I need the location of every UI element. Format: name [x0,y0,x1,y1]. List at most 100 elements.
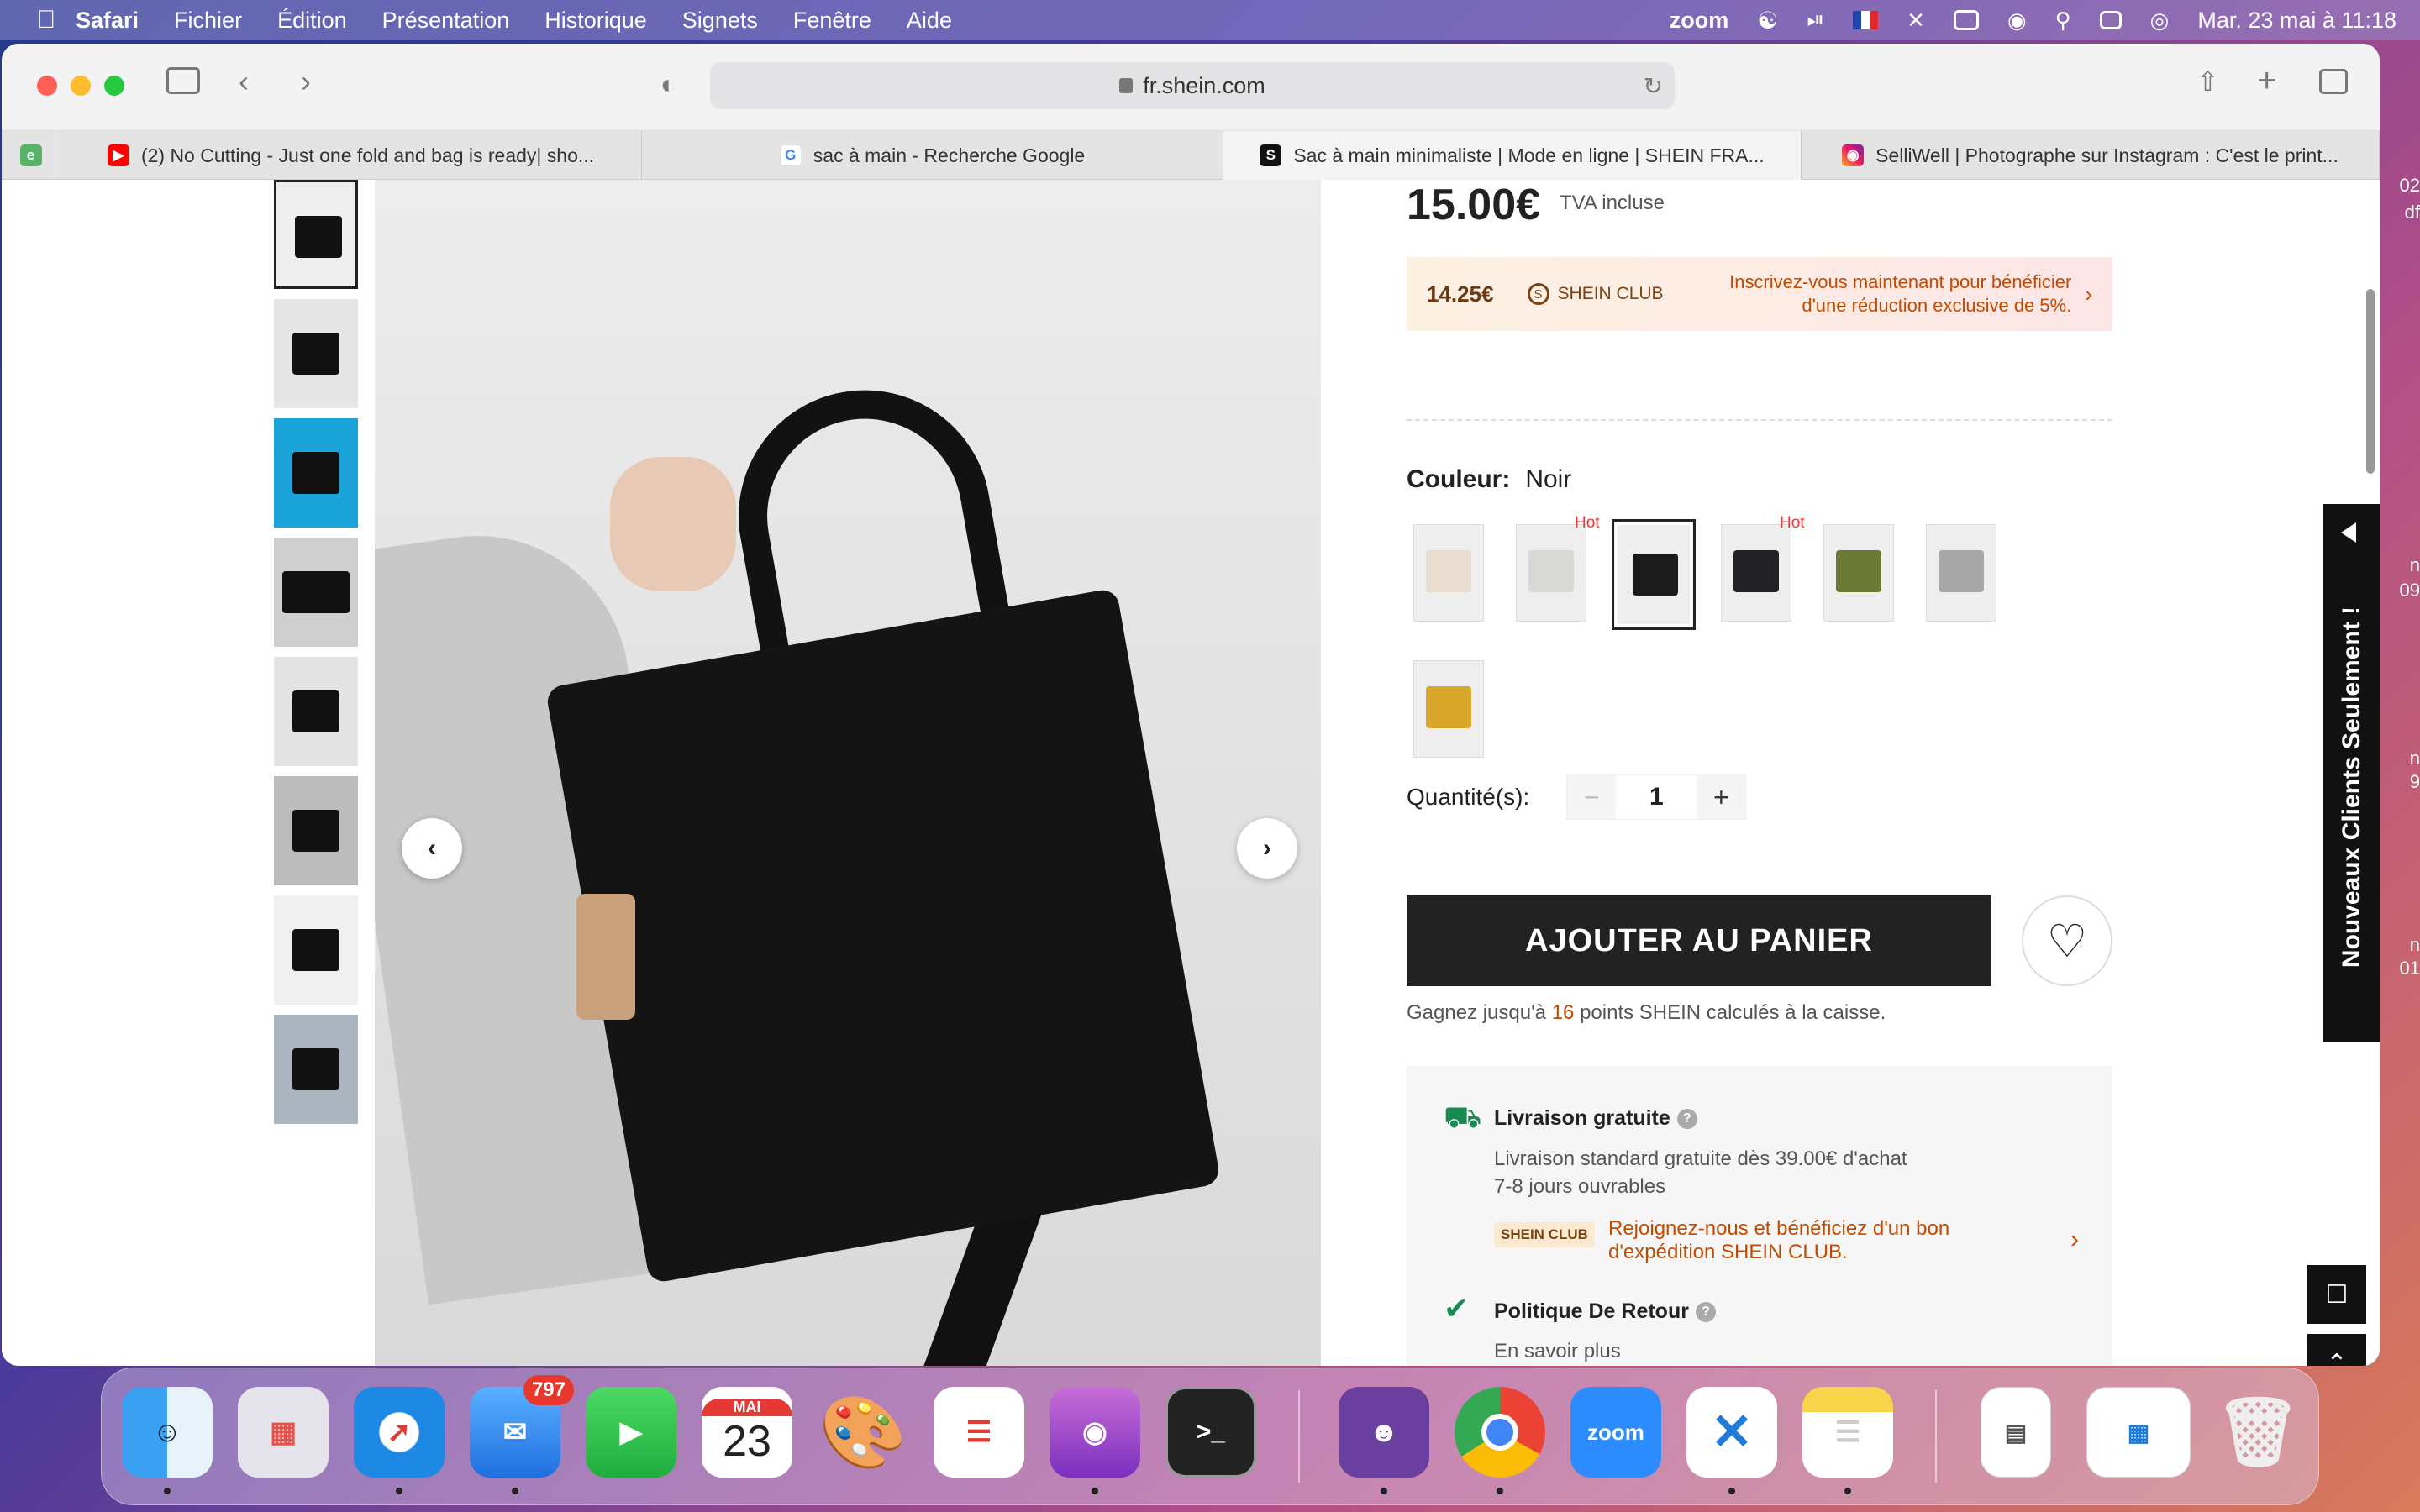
product-thumbnail[interactable] [274,776,358,885]
scroll-to-top-button[interactable]: ⌃ [2307,1334,2366,1366]
minimize-window-button[interactable] [71,76,91,96]
menu-datetime[interactable]: Mar. 23 mai à 11:18 [2197,8,2396,34]
facetime-icon[interactable]: ▶ [586,1387,676,1478]
menu-fichier[interactable]: Fichier [174,8,242,34]
art-palette-icon[interactable]: 🎨 [818,1387,908,1478]
color-swatch-selected[interactable] [1612,519,1696,630]
safari-icon[interactable]: ➚ [354,1387,445,1494]
launchpad-icon[interactable]: ▦ [238,1387,329,1478]
share-icon[interactable]: ⇧ [2196,66,2219,97]
creative-cloud-icon[interactable]: ☯ [1757,7,1778,34]
menu-historique[interactable]: Historique [544,8,647,34]
tab-google[interactable]: Gsac à main - Recherche Google [642,131,1223,180]
menu-aide[interactable]: Aide [907,8,952,34]
return-title-text: Politique De Retour [1494,1299,1689,1323]
new-customers-banner[interactable]: Nouveaux Clients Seulement ! [2323,504,2380,1042]
product-thumbnail[interactable] [274,180,358,289]
prev-image-button[interactable]: ‹ [402,818,462,879]
chevron-right-icon: › [2085,281,2092,307]
wifi-icon[interactable]: ◉ [2007,8,2027,34]
notes-icon[interactable]: ☰ [1802,1387,1893,1494]
mail-icon[interactable]: ✉ 797 [470,1375,574,1494]
product-thumbnail[interactable] [274,538,358,647]
tax-note: TVA incluse [1560,192,1665,214]
scrollbar[interactable] [2366,289,2375,474]
sidebar-toggle-icon[interactable] [166,67,200,94]
quantity-input[interactable]: 1 [1616,775,1697,819]
menu-edition[interactable]: Édition [277,8,347,34]
vscode-icon[interactable]: ✕ [1686,1387,1777,1494]
color-swatch[interactable] [1823,524,1894,622]
downloads-stack-icon[interactable]: ▦ [2086,1387,2191,1478]
quantity-decrease-button[interactable]: − [1567,775,1617,819]
club-message: Inscrivez-vous maintenant pour bénéficie… [1729,270,2071,318]
chrome-icon[interactable] [1455,1387,1545,1494]
tab-youtube[interactable]: ▶ (2) No Cutting - Just one fold and bag … [60,131,642,180]
menu-app-name[interactable]: Safari [76,8,139,34]
product-thumbnail[interactable] [274,895,358,1005]
bluetooth-icon[interactable]: ✕ [1907,8,1925,34]
help-icon[interactable]: ? [1695,1302,1716,1323]
wishlist-heart-icon[interactable]: ♡ [2022,895,2112,986]
search-icon[interactable]: ⚲ [2055,8,2071,34]
podcasts-icon[interactable]: ◉ [1050,1387,1140,1494]
mobile-view-icon[interactable]: ☐ [2307,1265,2366,1324]
product-thumbnail[interactable] [274,1015,358,1124]
terminal-icon[interactable]: >_ [1165,1387,1256,1478]
document-stack-icon[interactable]: ▤ [1981,1387,2051,1478]
new-tab-icon[interactable]: + [2257,62,2276,100]
shein-club-banner[interactable]: 14.25€ S SHEIN CLUB Inscrivez-vous mainte… [1407,257,2112,331]
github-desktop-icon[interactable]: ☻ [1339,1387,1429,1494]
next-image-button[interactable]: › [1237,818,1297,879]
trash-icon[interactable]: 🗑 [2212,1387,2303,1478]
pinned-tab-eco[interactable]: e [2,131,60,180]
reload-icon[interactable]: ↻ [1644,72,1663,100]
color-swatch[interactable] [1413,660,1484,758]
tab-instagram[interactable]: ◉ SelliWell | Photographe sur Instagram :… [1802,131,2380,180]
calendar-icon[interactable]: MAI 23 [702,1387,792,1478]
return-policy-title[interactable]: Politique De Retour? [1494,1299,1716,1324]
tab-shein[interactable]: S Sac à main minimaliste | Mode en ligne … [1223,131,1802,180]
control-center-icon[interactable] [2099,11,2122,29]
chevron-right-icon[interactable]: › [2070,1226,2079,1254]
apple-menu-icon[interactable]:  [17,6,76,34]
address-bar[interactable]: fr.shein.com ↻ [710,62,1675,109]
tab-overview-icon[interactable] [2319,69,2348,94]
french-flag-icon[interactable] [1853,11,1879,29]
zoom-status-item[interactable]: zoom [1670,8,1729,34]
forward-icon[interactable]: › [301,64,311,99]
return-policy-link[interactable]: En savoir plus [1494,1340,1621,1363]
color-swatch[interactable] [1413,524,1484,622]
back-icon[interactable]: ‹ [239,64,249,99]
club-logo: S SHEIN CLUB [1527,283,1664,305]
reminders-icon[interactable]: ☰ [934,1387,1024,1478]
finder-icon[interactable]: ☺ [122,1387,213,1494]
color-swatch[interactable] [1721,524,1791,622]
menu-signets[interactable]: Signets [682,8,758,34]
siri-icon[interactable]: ◎ [2150,8,2170,34]
instagram-icon: ◉ [1842,144,1865,166]
product-thumbnail[interactable] [274,657,358,766]
color-swatch[interactable] [1516,524,1586,622]
google-icon: G [779,144,802,166]
desktop-file-label: 02 [2399,175,2420,196]
shipping-title[interactable]: Livraison gratuite? [1494,1106,1697,1131]
quantity-increase-button[interactable]: + [1697,775,1746,819]
help-icon[interactable]: ? [1676,1109,1697,1130]
zoom-window-button[interactable] [104,76,124,96]
points-info: Gagnez jusqu'à 16 points SHEIN calculés … [1407,1001,1886,1025]
menu-fenetre[interactable]: Fenêtre [793,8,871,34]
close-window-button[interactable] [37,76,57,96]
club-join-link[interactable]: Rejoignez-nous et bénéficiez d'un bon d'e… [1608,1217,1949,1264]
product-thumbnail[interactable] [274,418,358,528]
play-icon[interactable]: ⏯ [1807,7,1824,34]
color-swatch[interactable] [1926,524,1996,622]
battery-icon[interactable] [1953,10,1979,30]
menu-presentation[interactable]: Présentation [382,8,510,34]
product-thumbnail[interactable] [274,299,358,408]
privacy-shield-icon[interactable]: ◐ [660,69,676,100]
zoom-app-icon[interactable]: zoom [1570,1387,1661,1478]
add-to-cart-button[interactable]: AJOUTER AU PANIER [1407,895,1991,986]
product-price: 15.00€ [1407,181,1541,229]
hot-label: Hot [1575,514,1600,532]
